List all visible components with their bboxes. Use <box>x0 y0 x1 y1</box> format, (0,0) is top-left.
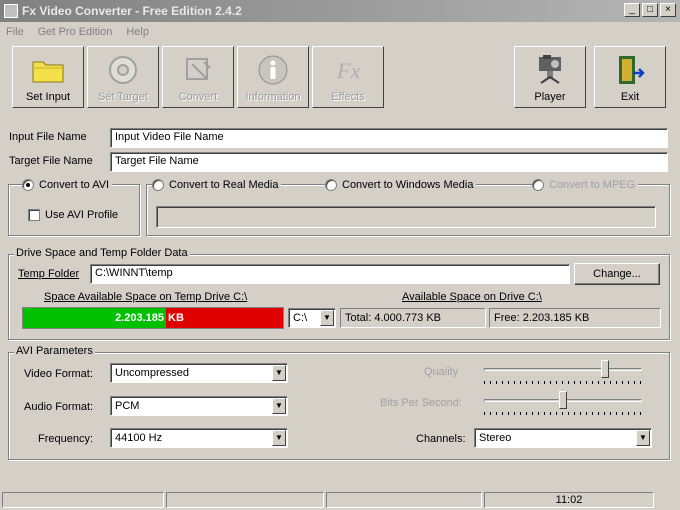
chevron-down-icon[interactable]: ▼ <box>320 310 334 326</box>
menu-help[interactable]: Help <box>126 26 149 38</box>
menu-get-pro[interactable]: Get Pro Edition <box>38 26 113 38</box>
used-space-segment: 2.203.185 <box>23 308 166 328</box>
chevron-down-icon[interactable]: ▼ <box>636 430 650 446</box>
video-format-label: Video Format: <box>24 368 93 380</box>
chevron-down-icon[interactable]: ▼ <box>272 430 286 446</box>
bits-per-second-slider[interactable] <box>484 391 642 417</box>
quality-label: Quality <box>424 366 459 378</box>
temp-folder-field[interactable]: C:\WINNT\temp <box>90 264 570 284</box>
status-time: 11:02 <box>484 492 654 508</box>
chevron-down-icon[interactable]: ▼ <box>272 398 286 414</box>
change-button[interactable]: Change... <box>574 263 660 285</box>
space-bar: 2.203.185 KB <box>22 307 284 329</box>
bits-per-second-label: Bits Per Second: <box>380 397 462 409</box>
toolbar: Set Input Set Target Convert Information… <box>0 42 680 112</box>
avi-parameters-title: AVI Parameters <box>14 345 95 357</box>
use-avi-profile-checkbox[interactable]: Use AVI Profile <box>28 209 118 221</box>
target-file-label: Target File Name <box>9 155 93 167</box>
exit-button[interactable]: Exit <box>594 46 666 108</box>
info-icon <box>255 53 291 87</box>
drive-select[interactable]: C:\ ▼ <box>288 308 336 328</box>
temp-space-label: Space Available Space on Temp Drive C:\ <box>44 291 248 303</box>
channels-label: Channels: <box>416 433 466 445</box>
camera-icon <box>532 53 568 87</box>
effects-button[interactable]: Fx Effects <box>312 46 384 108</box>
player-button[interactable]: Player <box>514 46 586 108</box>
input-file-label: Input File Name <box>9 131 87 143</box>
audio-format-select[interactable]: PCM ▼ <box>110 396 288 416</box>
title-bar: Fx Video Converter - Free Edition 2.4.2 … <box>0 0 680 22</box>
convert-windows-media-radio[interactable]: Convert to Windows Media <box>325 179 477 191</box>
frequency-label: Frequency: <box>38 433 94 445</box>
chevron-down-icon[interactable]: ▼ <box>272 365 286 381</box>
information-button[interactable]: Information <box>237 46 309 108</box>
window-title: Fx Video Converter - Free Edition 2.4.2 <box>22 4 242 18</box>
channels-select[interactable]: Stereo ▼ <box>474 428 652 448</box>
convert-real-media-radio[interactable]: Convert to Real Media <box>152 179 282 191</box>
close-button[interactable]: × <box>660 3 676 17</box>
svg-text:Fx: Fx <box>336 58 360 83</box>
quality-slider-thumb[interactable] <box>601 360 609 378</box>
radio-selected <box>22 179 34 191</box>
frequency-select[interactable]: 44100 Hz ▼ <box>110 428 288 448</box>
effects-icon: Fx <box>330 53 366 87</box>
folder-icon <box>30 53 66 87</box>
convert-button[interactable]: Convert <box>162 46 234 108</box>
convert-avi-radio[interactable]: Convert to AVI <box>22 179 113 191</box>
maximize-button[interactable]: □ <box>642 3 658 17</box>
disc-icon <box>105 53 141 87</box>
app-icon <box>4 4 18 18</box>
convert-icon <box>180 53 216 87</box>
drive-space-label: Available Space on Drive C:\ <box>402 291 542 303</box>
profile-field[interactable] <box>156 206 656 228</box>
set-target-button[interactable]: Set Target <box>87 46 159 108</box>
audio-format-label: Audio Format: <box>24 401 94 413</box>
input-file-field[interactable]: Input Video File Name <box>110 128 668 148</box>
target-file-field[interactable]: Target File Name <box>110 152 668 172</box>
menu-bar: File Get Pro Edition Help <box>0 22 680 42</box>
free-space-segment: KB <box>166 308 283 328</box>
total-space: Total: 4.000.773 KB <box>340 308 486 328</box>
menu-file[interactable]: File <box>6 26 24 38</box>
set-input-button[interactable]: Set Input <box>12 46 84 108</box>
video-format-select[interactable]: Uncompressed ▼ <box>110 363 288 383</box>
status-bar: 11:02 <box>0 490 680 510</box>
convert-mpeg-radio[interactable]: Convert to MPEG <box>532 179 639 191</box>
free-space: Free: 2.203.185 KB <box>489 308 661 328</box>
minimize-button[interactable]: _ <box>624 3 640 17</box>
bits-slider-thumb[interactable] <box>559 391 567 409</box>
exit-door-icon <box>612 53 648 87</box>
drive-space-title: Drive Space and Temp Folder Data <box>14 247 190 259</box>
temp-folder-label: Temp Folder <box>18 268 80 280</box>
quality-slider[interactable] <box>484 360 642 386</box>
